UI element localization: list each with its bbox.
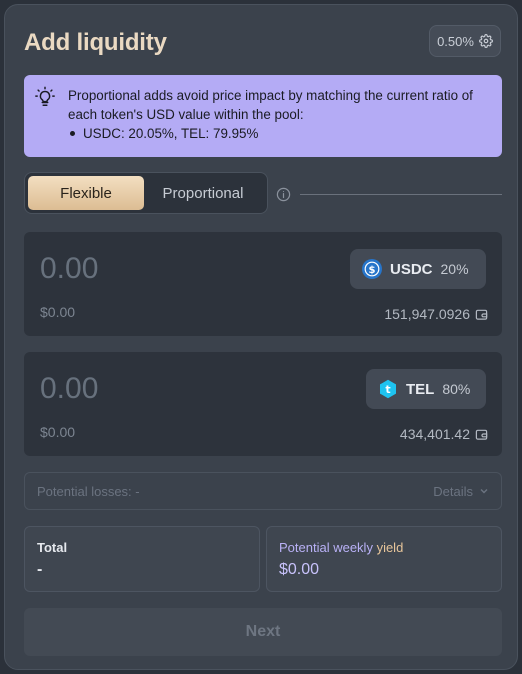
divider bbox=[300, 194, 502, 195]
token-balance[interactable]: 434,401.42 bbox=[400, 426, 488, 442]
amount-input[interactable]: 0.00 bbox=[40, 252, 98, 286]
token-weight: 80% bbox=[442, 381, 471, 397]
info-text: Proportional adds avoid price impact by … bbox=[68, 88, 473, 122]
balance-value: 434,401.42 bbox=[399, 426, 470, 442]
weekly-yield-value: $0.00 bbox=[279, 561, 320, 578]
details-label: Details bbox=[433, 483, 473, 499]
usd-value: $0.00 bbox=[40, 424, 76, 440]
usdc-icon: $ bbox=[362, 259, 382, 279]
balance-value: 151,947.0926 bbox=[384, 306, 470, 322]
page-title: Add liquidity bbox=[24, 29, 167, 56]
gear-icon bbox=[478, 34, 493, 48]
info-icon[interactable] bbox=[276, 187, 291, 202]
token-selector-tel[interactable]: t TEL 80% bbox=[366, 369, 486, 409]
ratio-text: USDC: 20.05%, TEL: 79.95% bbox=[83, 126, 259, 141]
slippage-value: 0.50% bbox=[437, 33, 474, 49]
wallet-icon bbox=[475, 309, 488, 320]
token-symbol: USDC bbox=[390, 260, 433, 278]
details-toggle[interactable]: Details bbox=[433, 484, 489, 499]
token-input-card-usdc: 0.00 $0.00 $ USDC 20% 151,947.0926 bbox=[24, 232, 502, 336]
potential-losses-row[interactable]: Potential losses: - Details bbox=[24, 472, 502, 510]
ratio-bullet: USDC: 20.05%, TEL: 79.95% bbox=[68, 124, 490, 143]
svg-text:$: $ bbox=[369, 265, 376, 276]
bullet-dot bbox=[70, 131, 75, 136]
total-label: Total bbox=[37, 540, 68, 555]
tel-icon: t bbox=[380, 379, 396, 399]
yield-label-accent: yield bbox=[376, 540, 404, 555]
mode-toggle: Flexible Proportional bbox=[24, 172, 268, 214]
proportional-info-banner: Proportional adds avoid price impact by … bbox=[24, 75, 502, 157]
potential-losses-label: Potential losses: - bbox=[37, 483, 140, 499]
yield-label-prefix: Potential weekly bbox=[279, 540, 377, 555]
total-card: Total - bbox=[24, 526, 260, 592]
token-balance[interactable]: 151,947.0926 bbox=[384, 306, 488, 322]
amount-input[interactable]: 0.00 bbox=[40, 372, 98, 406]
weekly-yield-card: Potential weekly yield $0.00 bbox=[266, 526, 502, 592]
tab-flexible[interactable]: Flexible bbox=[28, 176, 144, 210]
weekly-yield-label: Potential weekly yield bbox=[279, 540, 489, 555]
svg-text:t: t bbox=[385, 383, 390, 396]
lightbulb-icon bbox=[35, 86, 55, 106]
token-weight: 20% bbox=[440, 261, 469, 277]
token-symbol: TEL bbox=[406, 380, 435, 398]
usd-value: $0.00 bbox=[40, 304, 76, 320]
chevron-down-icon bbox=[480, 489, 488, 494]
add-liquidity-panel: Add liquidity 0.50% Proportional adds av… bbox=[4, 4, 518, 670]
token-input-card-tel: 0.00 $0.00 t TEL 80% 434,401.42 bbox=[24, 352, 502, 456]
wallet-icon bbox=[475, 429, 488, 440]
token-selector-usdc[interactable]: $ USDC 20% bbox=[350, 249, 486, 289]
next-button[interactable]: Next bbox=[24, 608, 502, 656]
total-value: - bbox=[37, 561, 43, 578]
tab-proportional[interactable]: Proportional bbox=[144, 176, 262, 210]
slippage-settings-button[interactable]: 0.50% bbox=[429, 25, 501, 57]
